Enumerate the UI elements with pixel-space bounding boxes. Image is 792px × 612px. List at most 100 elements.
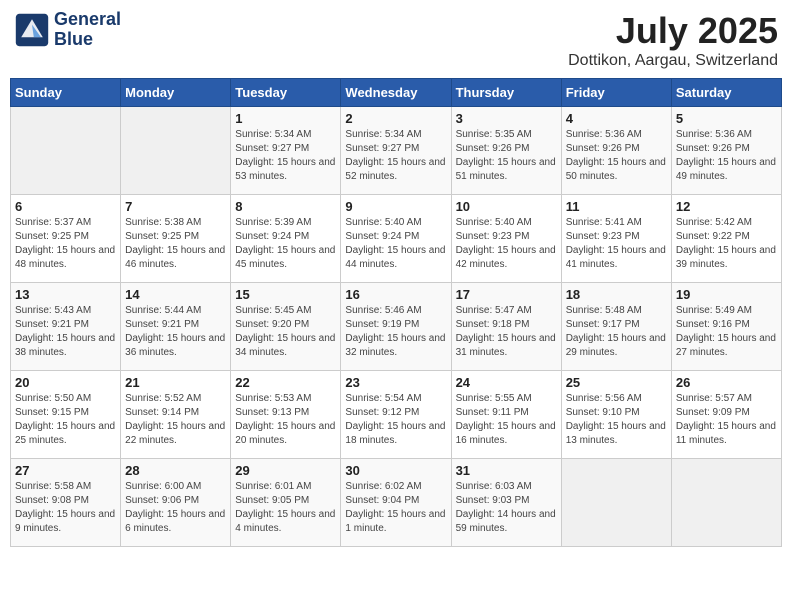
day-number: 12 xyxy=(676,199,777,214)
calendar-cell: 11 Sunrise: 5:41 AMSunset: 9:23 PMDayligh… xyxy=(561,195,671,283)
calendar-cell: 30 Sunrise: 6:02 AMSunset: 9:04 PMDayligh… xyxy=(341,459,451,547)
weekday-header-friday: Friday xyxy=(561,79,671,107)
day-info: Sunrise: 5:41 AMSunset: 9:23 PMDaylight:… xyxy=(566,216,667,272)
day-number: 13 xyxy=(15,287,116,302)
calendar-cell: 13 Sunrise: 5:43 AMSunset: 9:21 PMDayligh… xyxy=(11,283,121,371)
calendar-cell: 17Sunrise: 5:47 AMSunset: 9:18 PMDayligh… xyxy=(451,283,561,371)
day-number: 16 xyxy=(345,287,446,302)
day-info: Sunrise: 5:38 AMSunset: 9:25 PMDaylight:… xyxy=(125,216,226,272)
calendar-cell: 7Sunrise: 5:38 AMSunset: 9:25 PMDaylight… xyxy=(121,195,231,283)
day-info: Sunrise: 5:58 AMSunset: 9:08 PMDaylight:… xyxy=(15,480,116,536)
calendar-cell: 5 Sunrise: 5:36 AMSunset: 9:26 PMDaylight… xyxy=(671,107,781,195)
day-number: 18 xyxy=(566,287,667,302)
day-info: Sunrise: 5:54 AMSunset: 9:12 PMDaylight:… xyxy=(345,392,446,448)
day-number: 30 xyxy=(345,463,446,478)
day-info: Sunrise: 5:49 AMSunset: 9:16 PMDaylight:… xyxy=(676,304,777,360)
day-number: 28 xyxy=(125,463,226,478)
day-info: Sunrise: 5:42 AMSunset: 9:22 PMDaylight:… xyxy=(676,216,777,272)
weekday-header-wednesday: Wednesday xyxy=(341,79,451,107)
day-number: 10 xyxy=(456,199,557,214)
day-info: Sunrise: 5:37 AMSunset: 9:25 PMDaylight:… xyxy=(15,216,116,272)
calendar-cell: 4 Sunrise: 5:36 AMSunset: 9:26 PMDaylight… xyxy=(561,107,671,195)
calendar-cell: 10 Sunrise: 5:40 AMSunset: 9:23 PMDayligh… xyxy=(451,195,561,283)
day-number: 31 xyxy=(456,463,557,478)
day-info: Sunrise: 6:00 AMSunset: 9:06 PMDaylight:… xyxy=(125,480,226,536)
day-info: Sunrise: 5:53 AMSunset: 9:13 PMDaylight:… xyxy=(235,392,336,448)
day-info: Sunrise: 5:57 AMSunset: 9:09 PMDaylight:… xyxy=(676,392,777,448)
calendar-cell: 12 Sunrise: 5:42 AMSunset: 9:22 PMDayligh… xyxy=(671,195,781,283)
calendar-cell: 21 Sunrise: 5:52 AMSunset: 9:14 PMDayligh… xyxy=(121,371,231,459)
day-info: Sunrise: 5:36 AMSunset: 9:26 PMDaylight:… xyxy=(676,128,777,184)
calendar-cell: 9Sunrise: 5:40 AMSunset: 9:24 PMDaylight… xyxy=(341,195,451,283)
day-number: 11 xyxy=(566,199,667,214)
calendar-cell: 3 Sunrise: 5:35 AMSunset: 9:26 PMDaylight… xyxy=(451,107,561,195)
day-info: Sunrise: 5:40 AMSunset: 9:23 PMDaylight:… xyxy=(456,216,557,272)
logo-icon xyxy=(14,12,50,48)
weekday-header-thursday: Thursday xyxy=(451,79,561,107)
calendar-cell: 14Sunrise: 5:44 AMSunset: 9:21 PMDayligh… xyxy=(121,283,231,371)
day-number: 29 xyxy=(235,463,336,478)
calendar-cell: 29Sunrise: 6:01 AMSunset: 9:05 PMDayligh… xyxy=(231,459,341,547)
day-info: Sunrise: 5:46 AMSunset: 9:19 PMDaylight:… xyxy=(345,304,446,360)
day-number: 5 xyxy=(676,111,777,126)
day-info: Sunrise: 5:48 AMSunset: 9:17 PMDaylight:… xyxy=(566,304,667,360)
day-info: Sunrise: 6:02 AMSunset: 9:04 PMDaylight:… xyxy=(345,480,446,536)
day-info: Sunrise: 5:43 AMSunset: 9:21 PMDaylight:… xyxy=(15,304,116,360)
day-info: Sunrise: 5:56 AMSunset: 9:10 PMDaylight:… xyxy=(566,392,667,448)
day-info: Sunrise: 5:52 AMSunset: 9:14 PMDaylight:… xyxy=(125,392,226,448)
day-number: 3 xyxy=(456,111,557,126)
day-info: Sunrise: 5:40 AMSunset: 9:24 PMDaylight:… xyxy=(345,216,446,272)
day-info: Sunrise: 5:35 AMSunset: 9:26 PMDaylight:… xyxy=(456,128,557,184)
page-header: General Blue July 2025 Dottikon, Aargau,… xyxy=(10,10,782,70)
day-number: 15 xyxy=(235,287,336,302)
week-row-1: 1 Sunrise: 5:34 AMSunset: 9:27 PMDaylight… xyxy=(11,107,782,195)
calendar-cell: 28 Sunrise: 6:00 AMSunset: 9:06 PMDayligh… xyxy=(121,459,231,547)
calendar-cell: 26 Sunrise: 5:57 AMSunset: 9:09 PMDayligh… xyxy=(671,371,781,459)
calendar-cell: 1 Sunrise: 5:34 AMSunset: 9:27 PMDaylight… xyxy=(231,107,341,195)
day-number: 25 xyxy=(566,375,667,390)
calendar-cell: 6Sunrise: 5:37 AMSunset: 9:25 PMDaylight… xyxy=(11,195,121,283)
day-number: 19 xyxy=(676,287,777,302)
day-number: 17 xyxy=(456,287,557,302)
location-title: Dottikon, Aargau, Switzerland xyxy=(568,52,778,70)
calendar-cell: 27Sunrise: 5:58 AMSunset: 9:08 PMDayligh… xyxy=(11,459,121,547)
calendar-cell: 23 Sunrise: 5:54 AMSunset: 9:12 PMDayligh… xyxy=(341,371,451,459)
week-row-4: 20 Sunrise: 5:50 AMSunset: 9:15 PMDayligh… xyxy=(11,371,782,459)
day-number: 26 xyxy=(676,375,777,390)
week-row-3: 13 Sunrise: 5:43 AMSunset: 9:21 PMDayligh… xyxy=(11,283,782,371)
calendar-cell: 8 Sunrise: 5:39 AMSunset: 9:24 PMDaylight… xyxy=(231,195,341,283)
day-info: Sunrise: 5:36 AMSunset: 9:26 PMDaylight:… xyxy=(566,128,667,184)
calendar-cell: 19 Sunrise: 5:49 AMSunset: 9:16 PMDayligh… xyxy=(671,283,781,371)
day-number: 14 xyxy=(125,287,226,302)
day-number: 4 xyxy=(566,111,667,126)
day-number: 23 xyxy=(345,375,446,390)
day-info: Sunrise: 5:34 AMSunset: 9:27 PMDaylight:… xyxy=(235,128,336,184)
title-section: July 2025 Dottikon, Aargau, Switzerland xyxy=(568,10,778,70)
calendar-cell: 20 Sunrise: 5:50 AMSunset: 9:15 PMDayligh… xyxy=(11,371,121,459)
day-info: Sunrise: 5:50 AMSunset: 9:15 PMDaylight:… xyxy=(15,392,116,448)
calendar-cell: 15 Sunrise: 5:45 AMSunset: 9:20 PMDayligh… xyxy=(231,283,341,371)
logo: General Blue xyxy=(14,10,121,50)
month-title: July 2025 xyxy=(568,10,778,52)
day-info: Sunrise: 5:39 AMSunset: 9:24 PMDaylight:… xyxy=(235,216,336,272)
calendar-cell: 16 Sunrise: 5:46 AMSunset: 9:19 PMDayligh… xyxy=(341,283,451,371)
weekday-header-saturday: Saturday xyxy=(671,79,781,107)
calendar-cell: 25 Sunrise: 5:56 AMSunset: 9:10 PMDayligh… xyxy=(561,371,671,459)
calendar-cell xyxy=(671,459,781,547)
day-number: 24 xyxy=(456,375,557,390)
week-row-2: 6Sunrise: 5:37 AMSunset: 9:25 PMDaylight… xyxy=(11,195,782,283)
logo-text: General Blue xyxy=(54,10,121,50)
day-number: 21 xyxy=(125,375,226,390)
day-number: 22 xyxy=(235,375,336,390)
weekday-header-row: SundayMondayTuesdayWednesdayThursdayFrid… xyxy=(11,79,782,107)
calendar-cell: 18 Sunrise: 5:48 AMSunset: 9:17 PMDayligh… xyxy=(561,283,671,371)
weekday-header-monday: Monday xyxy=(121,79,231,107)
day-number: 2 xyxy=(345,111,446,126)
calendar: SundayMondayTuesdayWednesdayThursdayFrid… xyxy=(10,78,782,547)
day-number: 8 xyxy=(235,199,336,214)
calendar-cell: 24Sunrise: 5:55 AMSunset: 9:11 PMDayligh… xyxy=(451,371,561,459)
day-number: 20 xyxy=(15,375,116,390)
day-number: 1 xyxy=(235,111,336,126)
calendar-cell xyxy=(121,107,231,195)
day-info: Sunrise: 5:45 AMSunset: 9:20 PMDaylight:… xyxy=(235,304,336,360)
